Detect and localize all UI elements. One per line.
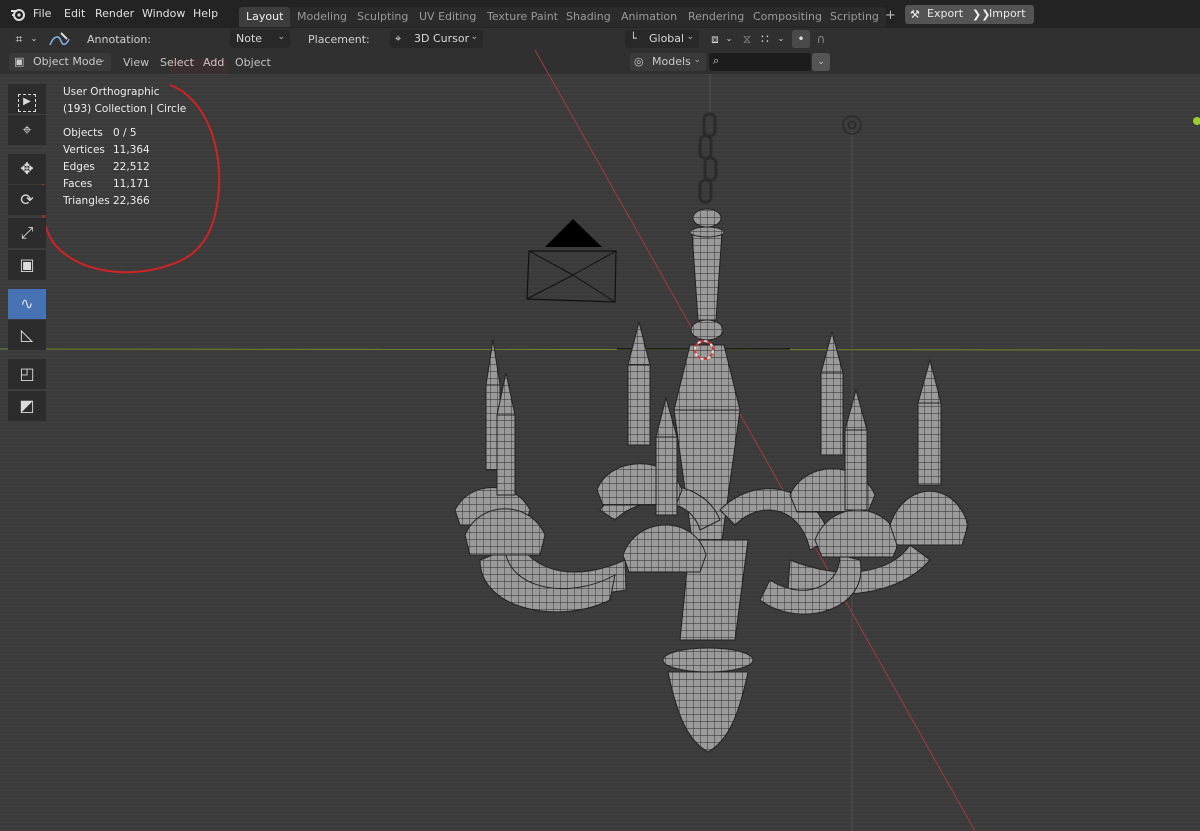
stat-value: 11,364 [113, 144, 150, 156]
y-axis-line [0, 348, 1200, 351]
stat-row: Objects 0 / 5 [63, 125, 150, 142]
view-name: User Orthographic [63, 86, 160, 98]
transform-icon: ▣ [19, 255, 35, 274]
stat-row: Vertices 11,364 [63, 142, 150, 159]
scene-statistics: Objects 0 / 5 Vertices 11,364 Edges 22,512 … [63, 125, 150, 210]
viewport-info: User Orthographic (193) Collection | Cir… [63, 84, 186, 118]
stat-value: 11,171 [113, 178, 150, 190]
stat-row: Edges 22,512 [63, 159, 150, 176]
cursor-tool[interactable]: ⌖ [8, 115, 46, 145]
chandelier-mesh[interactable] [454, 112, 969, 753]
stat-label: Faces [63, 178, 93, 190]
scale-icon: ⤢ [20, 223, 34, 242]
annotate-icon: ∿ [20, 294, 34, 313]
select-box-icon: ▶ [18, 94, 36, 112]
stat-row: Triangles 22,366 [63, 193, 150, 210]
stat-label: Triangles [63, 195, 110, 207]
annotate-tool[interactable]: ∿ [8, 289, 46, 319]
rotate-tool[interactable]: ⟳ [8, 185, 46, 215]
move-icon: ✥ [20, 159, 34, 178]
add-cube-tool[interactable]: ◰ [8, 359, 46, 389]
viewport-scene [0, 49, 1200, 831]
measure-icon: ◺ [20, 325, 34, 344]
add-plane-tool[interactable]: ◩ [8, 391, 46, 421]
measure-tool[interactable]: ◺ [8, 320, 46, 350]
stat-value: 22,366 [113, 195, 150, 207]
stat-label: Objects [63, 127, 103, 139]
camera-icon[interactable] [526, 219, 617, 303]
stat-label: Vertices [63, 144, 105, 156]
stat-row: Faces 11,171 [63, 176, 150, 193]
stat-value: 0 / 5 [113, 127, 137, 139]
scale-tool[interactable]: ⤢ [8, 218, 46, 248]
x-axis-line [534, 49, 976, 831]
select-box-tool[interactable]: ▶ [8, 84, 46, 114]
rotate-icon: ⟳ [20, 190, 34, 209]
add-cube-icon: ◰ [19, 364, 35, 383]
move-tool[interactable]: ✥ [8, 154, 46, 184]
transform-tool[interactable]: ▣ [8, 250, 46, 280]
stat-label: Edges [63, 161, 95, 173]
cursor-icon: ⌖ [22, 120, 32, 139]
navigation-gizmo-icon[interactable] [1193, 117, 1200, 125]
add-plane-icon: ◩ [19, 396, 35, 415]
collection-info: (193) Collection | Circle [63, 103, 187, 115]
stat-value: 22,512 [113, 161, 150, 173]
